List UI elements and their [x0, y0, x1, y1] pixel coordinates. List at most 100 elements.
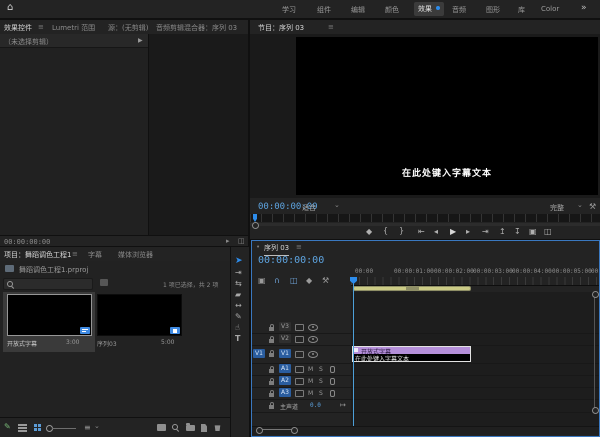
panel-menu-icon[interactable]: ≡	[72, 250, 78, 258]
mute-toggle[interactable]: M	[308, 378, 313, 385]
thumbnail[interactable]	[7, 294, 92, 336]
track-target-v1[interactable]: V1	[279, 349, 291, 358]
voiceover-record-mic-icon[interactable]	[330, 390, 335, 397]
project-item-open-captions[interactable]: 开放式字幕 3:00	[3, 292, 95, 352]
workspace-tab-libraries[interactable]: 库	[518, 5, 525, 15]
workspace-tab-learning[interactable]: 学习	[282, 5, 296, 15]
search-input[interactable]	[3, 278, 93, 290]
workspace-tab-color-custom[interactable]: Color	[541, 5, 559, 13]
track-output-eye-icon[interactable]	[308, 324, 318, 331]
track-target-a1[interactable]: A1	[279, 364, 291, 373]
v-scroll-handle-top[interactable]	[592, 291, 599, 298]
panel-menu-icon[interactable]: ≡	[296, 243, 302, 251]
list-view-icon[interactable]	[18, 424, 27, 426]
sync-lock-icon[interactable]	[295, 336, 304, 343]
step-back-button[interactable]: ◂	[434, 228, 438, 236]
settings-wrench-icon[interactable]: ⚒	[589, 202, 596, 211]
step-forward-button[interactable]: ▸	[466, 228, 470, 236]
ripple-edit-tool[interactable]: ⇆	[235, 280, 242, 288]
sync-lock-icon[interactable]	[295, 351, 304, 358]
sync-lock-icon[interactable]	[295, 378, 304, 385]
mark-out-button[interactable]: }	[399, 227, 404, 235]
lock-icon[interactable]	[269, 369, 274, 373]
icon-view-icon[interactable]	[34, 424, 37, 427]
solo-toggle[interactable]: S	[319, 378, 323, 385]
tab-source-monitor[interactable]: 源：(无剪辑)	[108, 23, 148, 33]
project-item-sequence-03[interactable]: 序列03 5:00	[95, 292, 187, 352]
lift-button[interactable]: ↥	[499, 228, 506, 236]
track-select-forward-tool[interactable]: ⇥	[235, 269, 242, 277]
extract-button[interactable]: ↧	[514, 228, 521, 236]
voiceover-record-mic-icon[interactable]	[330, 366, 335, 373]
lock-icon[interactable]	[269, 327, 274, 331]
time-ruler[interactable]: 00:00 00:00:01:00 00:00:02:00 00:00:03:0…	[351, 267, 599, 286]
workspace-tab-assembly[interactable]: 组件	[317, 5, 331, 15]
go-to-in-button[interactable]: ⇤	[418, 228, 425, 236]
track-target-a3[interactable]: A3	[279, 388, 291, 397]
tab-media-browser[interactable]: 媒体浏览器	[118, 250, 153, 260]
add-marker-button[interactable]: ◆	[306, 277, 312, 285]
sync-lock-icon[interactable]	[295, 324, 304, 331]
tab-audio-clip-mixer[interactable]: 音频剪辑混合器：序列 03	[156, 23, 237, 33]
mark-in-button[interactable]: {	[383, 227, 388, 235]
zoom-slider-track[interactable]	[52, 428, 76, 429]
selection-tool[interactable]: ➤	[235, 257, 243, 266]
workspace-tab-audio[interactable]: 音频	[452, 5, 466, 15]
home-icon[interactable]: ⌂	[7, 2, 13, 13]
go-to-out-button[interactable]: ⇥	[482, 228, 489, 236]
lock-icon[interactable]	[269, 393, 274, 397]
export-frame-button[interactable]: ▣	[529, 228, 537, 236]
razor-tool[interactable]: ▰	[235, 291, 241, 299]
new-bin-icon[interactable]	[186, 425, 195, 431]
workspace-overflow-icon[interactable]: »	[581, 3, 587, 13]
automate-to-sequence-icon[interactable]	[157, 424, 166, 431]
lock-icon[interactable]	[269, 381, 274, 385]
vertical-scrollbar[interactable]	[594, 293, 595, 411]
filter-bin-icon[interactable]	[100, 279, 108, 286]
project-writable-icon[interactable]: ✎	[4, 423, 11, 431]
delete-icon[interactable]	[214, 424, 221, 431]
panel-menu-icon[interactable]: ≡	[38, 23, 44, 31]
master-level-value[interactable]: 0.0	[310, 402, 321, 409]
comparison-view-button[interactable]: ◫	[544, 228, 552, 236]
workspace-tab-editing[interactable]: 编辑	[351, 5, 365, 15]
linked-selection-toggle[interactable]: ◫	[290, 277, 298, 285]
sync-lock-icon[interactable]	[295, 366, 304, 373]
program-time-ruler[interactable]	[250, 214, 600, 222]
sync-lock-icon[interactable]	[295, 390, 304, 397]
zoom-handle-left[interactable]	[252, 222, 259, 229]
source-patch-v1[interactable]: V1	[253, 349, 265, 358]
solo-toggle[interactable]: S	[319, 366, 323, 373]
new-item-icon[interactable]	[201, 424, 207, 432]
find-icon[interactable]	[172, 424, 178, 430]
toggle-view-icon[interactable]: ◫	[238, 238, 245, 245]
workspace-tab-graphics[interactable]: 图形	[486, 5, 500, 15]
caption-clip[interactable]: 开放式字幕 在此处键入字幕文本	[352, 346, 471, 362]
slip-tool[interactable]: ↔	[235, 302, 242, 310]
program-video-frame[interactable]: 在此处键入字幕文本	[296, 37, 598, 195]
playhead-line[interactable]	[353, 277, 354, 426]
playback-resolution-select[interactable]: 完整	[550, 203, 564, 213]
work-area-bar[interactable]	[353, 286, 471, 291]
play-button[interactable]: ▶	[450, 228, 456, 236]
chevron-down-icon[interactable]: ⌄	[577, 201, 583, 209]
snap-toggle[interactable]: ∩	[274, 277, 280, 285]
expand-arrow-icon[interactable]: ▶	[138, 37, 143, 44]
track-target-v3[interactable]: V3	[279, 322, 291, 331]
hand-tool[interactable]: ☝	[235, 324, 240, 332]
thumbnail[interactable]	[97, 294, 182, 336]
track-target-a2[interactable]: A2	[279, 376, 291, 385]
panel-menu-icon[interactable]: ≡	[328, 23, 334, 31]
track-output-eye-icon[interactable]	[308, 336, 318, 343]
h-scroll-handle-left[interactable]	[256, 427, 263, 434]
sort-icon[interactable]: ≡	[84, 423, 91, 432]
tab-captions[interactable]: 字幕	[88, 250, 102, 260]
horizontal-scrollbar-thumb[interactable]	[259, 429, 293, 430]
type-tool[interactable]: T	[235, 335, 240, 343]
chevron-down-icon[interactable]: ⌄	[334, 201, 340, 209]
solo-toggle[interactable]: S	[319, 390, 323, 397]
h-scroll-handle-right[interactable]	[291, 427, 298, 434]
workspace-tab-effects[interactable]: 效果	[414, 2, 444, 16]
caption-overlay-text[interactable]: 在此处键入字幕文本	[296, 166, 598, 179]
insert-overwrite-nested-toggle[interactable]: ▣	[258, 277, 266, 285]
